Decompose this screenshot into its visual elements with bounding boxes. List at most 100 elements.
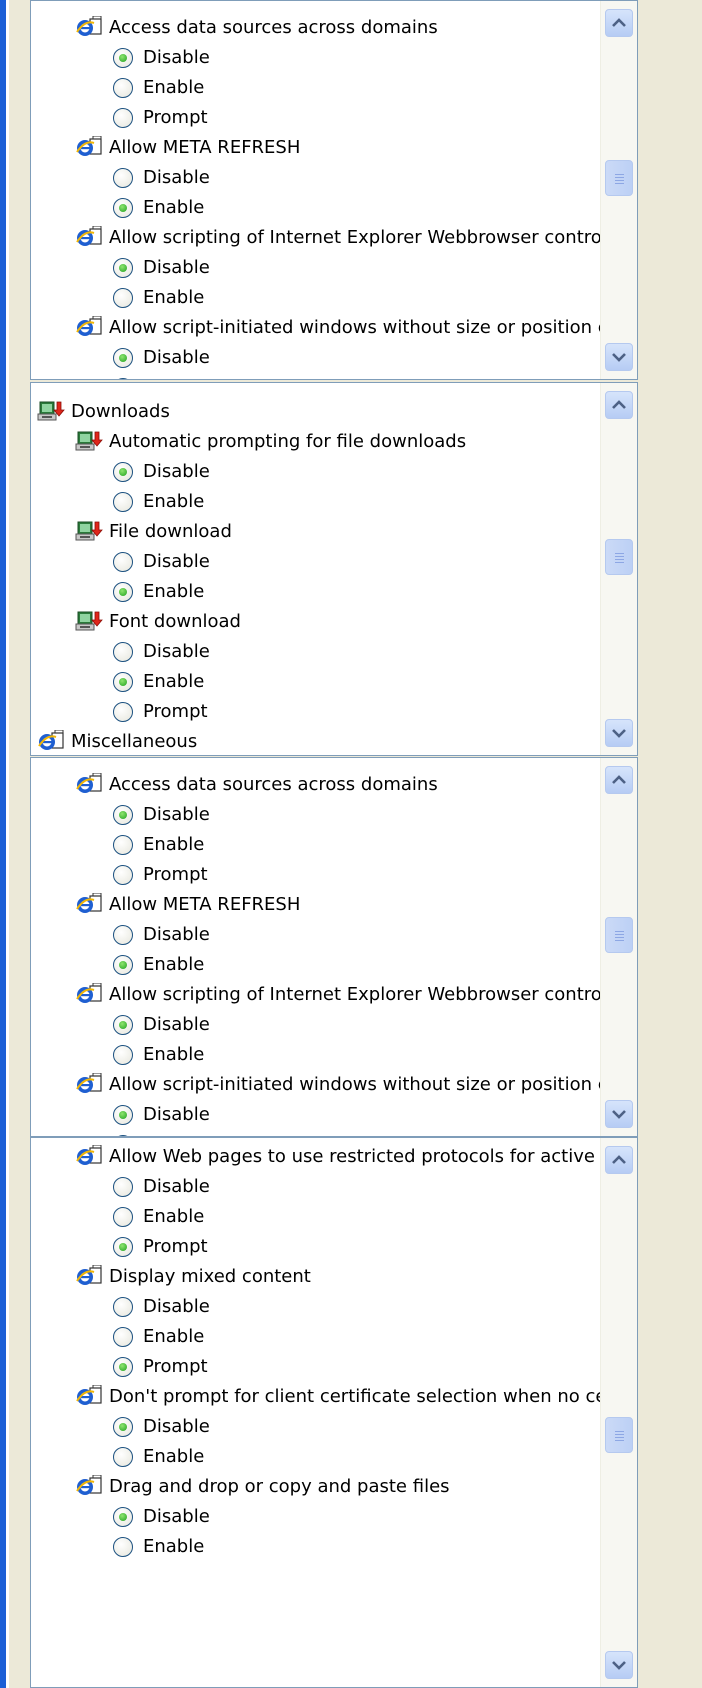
scroll-thumb[interactable] [605, 160, 633, 196]
radio-button[interactable] [113, 168, 133, 188]
ie-icon [75, 226, 103, 250]
radio-button[interactable] [113, 1207, 133, 1227]
radio-option-enable[interactable]: Enable [31, 950, 601, 980]
radio-button[interactable] [113, 1537, 133, 1557]
radio-option-disable[interactable]: Disable [31, 253, 601, 283]
radio-button-checked[interactable] [113, 348, 133, 368]
radio-button[interactable] [113, 642, 133, 662]
radio-option-disable[interactable]: Disable [31, 1010, 601, 1040]
radio-option-prompt[interactable]: Prompt [31, 1232, 601, 1262]
radio-option-disable[interactable]: Disable [31, 457, 601, 487]
radio-option-enable[interactable]: Enable [31, 667, 601, 697]
radio-button[interactable] [113, 1327, 133, 1347]
radio-button[interactable] [113, 1447, 133, 1467]
radio-label: Disable [143, 1176, 210, 1197]
radio-button-checked[interactable] [113, 48, 133, 68]
radio-button[interactable] [113, 288, 133, 308]
radio-option-enable[interactable]: Enable [31, 373, 601, 379]
radio-option-enable[interactable]: Enable [31, 1442, 601, 1472]
radio-option-enable[interactable]: Enable [31, 830, 601, 860]
radio-label: Prompt [143, 107, 208, 128]
radio-option-prompt[interactable]: Prompt [31, 860, 601, 890]
radio-button[interactable] [113, 378, 133, 379]
scroll-up-button[interactable] [605, 1146, 633, 1174]
radio-button-checked[interactable] [113, 1357, 133, 1377]
radio-option-enable[interactable]: Enable [31, 1202, 601, 1232]
radio-option-disable[interactable]: Disable [31, 1100, 601, 1130]
scroll-down-button[interactable] [605, 1100, 633, 1128]
radio-option-enable[interactable]: Enable [31, 487, 601, 517]
radio-button-checked[interactable] [113, 582, 133, 602]
radio-button-checked[interactable] [113, 198, 133, 218]
radio-option-prompt[interactable]: Prompt [31, 697, 601, 727]
radio-option-enable[interactable]: Enable [31, 193, 601, 223]
ie-icon [75, 1385, 103, 1409]
radio-option-enable[interactable]: Enable [31, 1040, 601, 1070]
radio-button[interactable] [113, 1135, 133, 1136]
scroll-down-button[interactable] [605, 719, 633, 747]
radio-button[interactable] [113, 1297, 133, 1317]
radio-button-checked[interactable] [113, 462, 133, 482]
radio-option-disable[interactable]: Disable [31, 1502, 601, 1532]
radio-option-disable[interactable]: Disable [31, 637, 601, 667]
radio-button-checked[interactable] [113, 1417, 133, 1437]
scroll-down-button[interactable] [605, 1651, 633, 1679]
radio-option-disable[interactable]: Disable [31, 43, 601, 73]
radio-option-enable[interactable]: Enable [31, 577, 601, 607]
radio-button-checked[interactable] [113, 1105, 133, 1125]
radio-option-enable[interactable]: Enable [31, 1532, 601, 1562]
radio-button[interactable] [113, 925, 133, 945]
scroll-thumb[interactable] [605, 917, 633, 953]
radio-option-prompt[interactable]: Prompt [31, 103, 601, 133]
vertical-scrollbar[interactable] [600, 1138, 637, 1687]
radio-option-enable[interactable]: Enable [31, 73, 601, 103]
radio-button[interactable] [113, 1045, 133, 1065]
setting-label: Allow script-initiated windows without s… [109, 317, 601, 338]
radio-option-enable[interactable]: Enable [31, 283, 601, 313]
radio-option-disable[interactable]: Disable [31, 343, 601, 373]
radio-button[interactable] [113, 865, 133, 885]
scroll-up-button[interactable] [605, 9, 633, 37]
radio-button-checked[interactable] [113, 672, 133, 692]
radio-button-checked[interactable] [113, 955, 133, 975]
setting-file-download: File download [31, 517, 601, 547]
setting-allow-meta-refresh: Allow META REFRESH [31, 890, 601, 920]
radio-option-disable[interactable]: Disable [31, 1412, 601, 1442]
radio-button[interactable] [113, 108, 133, 128]
radio-option-enable[interactable]: Enable [31, 1130, 601, 1136]
scroll-up-button[interactable] [605, 766, 633, 794]
radio-option-enable[interactable]: Enable [31, 1322, 601, 1352]
radio-option-disable[interactable]: Disable [31, 1172, 601, 1202]
radio-label: Enable [143, 671, 205, 692]
scroll-thumb[interactable] [605, 1417, 633, 1453]
setting-label: Automatic prompting for file downloads [109, 431, 467, 452]
radio-option-disable[interactable]: Disable [31, 163, 601, 193]
vertical-scrollbar[interactable] [600, 383, 637, 755]
radio-label: Disable [143, 167, 210, 188]
radio-option-prompt[interactable]: Prompt [31, 1352, 601, 1382]
radio-option-disable[interactable]: Disable [31, 800, 601, 830]
radio-option-disable[interactable]: Disable [31, 920, 601, 950]
scroll-down-button[interactable] [605, 343, 633, 371]
radio-button[interactable] [113, 702, 133, 722]
chevron-down-icon [612, 728, 626, 738]
radio-button-checked[interactable] [113, 805, 133, 825]
radio-button[interactable] [113, 552, 133, 572]
radio-button-checked[interactable] [113, 1237, 133, 1257]
radio-button[interactable] [113, 1177, 133, 1197]
setting-allow-meta-refresh: Allow META REFRESH [31, 133, 601, 163]
radio-button-checked[interactable] [113, 1507, 133, 1527]
scroll-up-button[interactable] [605, 391, 633, 419]
radio-button-checked[interactable] [113, 1015, 133, 1035]
vertical-scrollbar[interactable] [600, 1, 637, 379]
radio-button-checked[interactable] [113, 258, 133, 278]
radio-button[interactable] [113, 78, 133, 98]
scroll-thumb[interactable] [605, 539, 633, 575]
radio-option-disable[interactable]: Disable [31, 1292, 601, 1322]
settings-tree: Access data sources across domains Disabl… [31, 758, 601, 1136]
vertical-scrollbar[interactable] [600, 758, 637, 1136]
radio-button[interactable] [113, 835, 133, 855]
radio-button[interactable] [113, 492, 133, 512]
ie-icon [75, 1145, 103, 1169]
radio-option-disable[interactable]: Disable [31, 547, 601, 577]
